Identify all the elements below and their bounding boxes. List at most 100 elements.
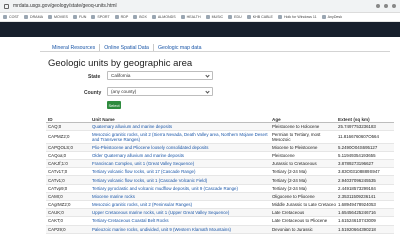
- bookmark-icon: [246, 15, 251, 19]
- table-row: CAQ;0 Quaternary alluvium and marine dep…: [46, 122, 394, 131]
- state-select[interactable]: California: [107, 71, 213, 80]
- column-header-id: ID: [46, 113, 90, 123]
- chevron-down-icon: [205, 89, 210, 94]
- bookmark-icon: [151, 15, 156, 19]
- results-table: ID Unit Name Age Extent (sq km) CAQ;0 Qu…: [46, 113, 394, 234]
- bookmark[interactable]: KHB CABLE: [246, 15, 273, 19]
- extensions-icon[interactable]: [384, 4, 388, 8]
- cell-unit-name-link[interactable]: Mesozoic granitic rocks, unit 2 (Sierra …: [90, 130, 270, 144]
- cell-unit-name-link[interactable]: Plio-Pleistocene and Pliocene loosely co…: [90, 143, 270, 152]
- cell-unit-name-link[interactable]: Franciscan Complex, unit 1 (Great Valley…: [90, 159, 270, 169]
- star-icon[interactable]: [376, 4, 380, 8]
- cell-id: CAgrMZ2;0: [46, 200, 90, 210]
- county-label: County: [84, 90, 102, 96]
- cell-id: CAKJf;1:0: [46, 159, 90, 169]
- table-row: CAKJf;1:0 Franciscan Complex, unit 1 (Gr…: [46, 159, 394, 169]
- bookmark[interactable]: ALMONDS: [151, 15, 176, 19]
- bookmark-icon: [277, 15, 282, 19]
- table-row: CAUK;0 Upper Cretaceous marine rocks, un…: [46, 208, 394, 218]
- bookmark[interactable]: SPORT: [91, 15, 110, 19]
- bookmark[interactable]: COST: [3, 15, 19, 19]
- state-select-value: California: [111, 73, 131, 78]
- bookmark[interactable]: EDU: [228, 15, 242, 19]
- bookmark-icon: [3, 15, 7, 19]
- cell-unit-name-link[interactable]: Paleozoic marine rocks, undivided, unit …: [90, 225, 270, 234]
- state-label: State: [88, 74, 101, 80]
- bookmark-icon: [133, 15, 138, 19]
- column-header-extent: Extent (sq km): [336, 113, 394, 123]
- cell-age: Jurassic to Cretaceous: [270, 159, 336, 169]
- table-row: CATv17;0 Tertiary volcanic flow rocks, u…: [46, 167, 394, 177]
- bookmark[interactable]: AnyDesk: [321, 15, 342, 19]
- cell-extent: 2.35311509236141: [336, 192, 394, 202]
- cell-extent: 1.61524610743009: [336, 216, 394, 226]
- lock-icon: [4, 3, 9, 9]
- bookmark[interactable]: RDP: [114, 15, 128, 19]
- cell-unit-name-link[interactable]: Upper Cretaceous marine rocks, unit 1 (U…: [90, 208, 270, 218]
- cell-extent: 25.7497753236183: [336, 122, 394, 131]
- cell-extent: 3.8789273196627: [336, 159, 394, 169]
- bookmarks-bar: COST DRAMA MOVIES FUN SPORT RDP BOX ALMO…: [0, 13, 400, 22]
- cell-unit-name-link[interactable]: Older Quaternary alluvium and marine dep…: [90, 151, 270, 161]
- bookmark[interactable]: BOX: [133, 15, 147, 19]
- cell-age: Pleistocene: [270, 151, 336, 161]
- cell-unit-name-link[interactable]: Mesozoic granitic rocks, unit 2 (Peninsu…: [90, 200, 270, 210]
- bookmark[interactable]: MOVIES: [47, 15, 68, 19]
- cell-unit-name-link[interactable]: Tertiary pyroclastic and volcanic mudflo…: [90, 184, 270, 193]
- browser-actions: [376, 4, 396, 8]
- cell-age: Pleistocene to Holocene: [270, 122, 336, 131]
- bookmark-icon: [205, 15, 210, 19]
- cell-extent: 1.51920664390218: [336, 225, 394, 234]
- cell-unit-name-link[interactable]: Tertiary volcanic flow rocks, unit 1 (Ca…: [90, 175, 270, 185]
- cell-extent: 3.83O03108889S947: [336, 167, 394, 177]
- cell-unit-name-link[interactable]: Quaternary alluvium and marine deposits: [90, 122, 270, 131]
- bookmark[interactable]: HEALTH: [180, 15, 201, 19]
- cell-id: CAKT;0: [46, 216, 90, 226]
- bookmark-icon: [23, 15, 28, 19]
- table-row: CAQoa;0 Older Quaternary alluvium and ma…: [46, 151, 394, 161]
- cell-id: CATv17;0: [46, 167, 90, 177]
- site-header: [0, 22, 400, 37]
- county-select[interactable]: (any county): [107, 87, 213, 96]
- bookmark-icon: [114, 15, 119, 19]
- cell-extent: 2.44918573299184: [336, 184, 394, 193]
- cell-age: Devonian to Jurassic: [270, 225, 336, 234]
- cell-id: CAUK;0: [46, 208, 90, 218]
- table-row: CAgrMZ2;0 Mesozoic granitic rocks, unit …: [46, 200, 394, 210]
- url-text[interactable]: mrdata.usgs.gov/geology/state/geoq-units…: [13, 3, 117, 9]
- table-row: CAPQOLS;0 Plio-Pleistocene and Pliocene …: [46, 143, 394, 152]
- table-row: CAP29;0 Paleozoic marine rocks, undivide…: [46, 225, 394, 234]
- bookmark[interactable]: DRAMA: [23, 15, 43, 19]
- cell-unit-name-link[interactable]: Tertiary-Cretaceous Coastal Belt Rocks: [90, 216, 270, 226]
- table-row: CAKT;0 Tertiary-Cretaceous Coastal Belt …: [46, 216, 394, 226]
- cell-age: Tertiary (2-24 Ma): [270, 167, 336, 177]
- cell-id: CAPMZ2;0: [46, 130, 90, 144]
- cell-id: CAPQOLS;0: [46, 143, 90, 152]
- table-row: CAPMZ2;0 Mesozoic granitic rocks, unit 2…: [46, 130, 394, 144]
- cell-age: Oligocene to Pliocene: [270, 192, 336, 202]
- cell-id: CATvp9;0: [46, 184, 90, 193]
- cell-age: Late Cretaceous: [270, 208, 336, 218]
- cell-age: Permian to Tertiary, most Mesozoic: [270, 130, 336, 144]
- bookmark[interactable]: Hoik for Windows 11: [277, 15, 317, 19]
- cell-extent: 11.8166760607O564: [336, 130, 394, 144]
- bookmark-icon: [180, 15, 185, 19]
- cell-id: CAQ;0: [46, 122, 90, 131]
- cell-age: Tertiary (2-24 Ma): [270, 184, 336, 193]
- browser-address-bar[interactable]: mrdata.usgs.gov/geology/state/geoq-units…: [0, 0, 400, 13]
- cell-age: Late Cretaceous to Pliocene: [270, 216, 336, 226]
- bookmark-icon: [47, 15, 52, 19]
- bookmark-icon: [321, 15, 326, 19]
- nav-divider: [40, 51, 390, 52]
- cell-id: CAMI;0: [46, 192, 90, 202]
- cell-id: CAP29;0: [46, 225, 90, 234]
- cell-unit-name-link[interactable]: Miocene marine rocks: [90, 192, 270, 202]
- bookmark[interactable]: MUSIC: [205, 15, 223, 19]
- column-header-age: Age: [270, 113, 336, 123]
- cell-age: Middle Jurassic to Late Cretaceous: [270, 200, 336, 210]
- cell-id: CAQoa;0: [46, 151, 90, 161]
- bookmark[interactable]: FUN: [72, 15, 86, 19]
- select-button[interactable]: Select: [107, 101, 121, 109]
- cell-unit-name-link[interactable]: Tertiary volcanic flow rocks, unit 17 (C…: [90, 167, 270, 177]
- profile-icon[interactable]: [392, 4, 396, 8]
